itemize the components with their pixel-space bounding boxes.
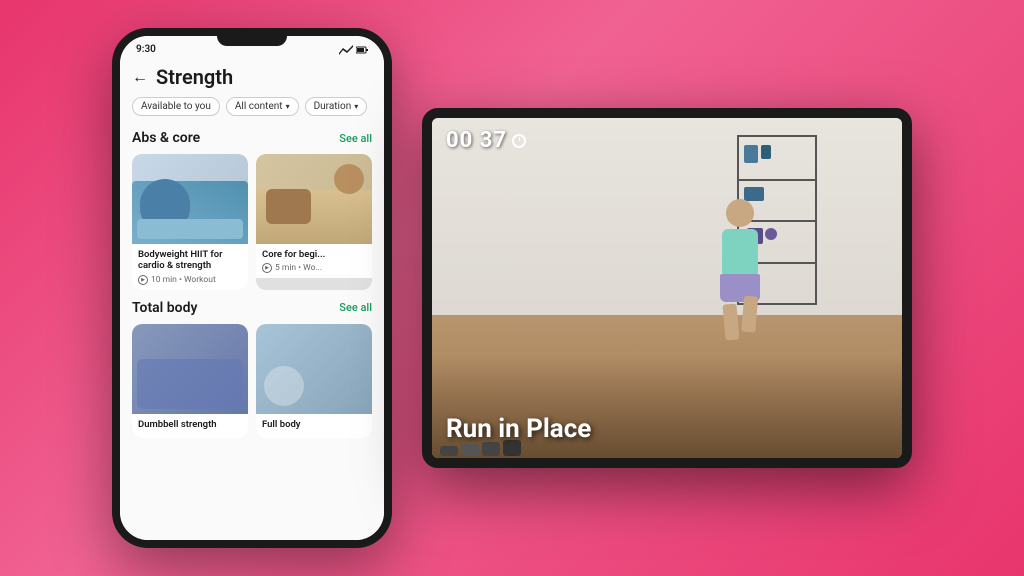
card-info-hiit: Bodyweight HIIT for cardio & strength ▶ … (132, 244, 248, 290)
filter-duration[interactable]: Duration ▾ (305, 97, 368, 116)
chevron-down-icon: ▾ (286, 102, 290, 111)
shelf-item (744, 145, 758, 163)
status-icons (339, 45, 368, 55)
phone-header: ← Strength (120, 59, 384, 97)
total-body-section-header: Total body See all (120, 290, 384, 324)
card-meta-hiit: ▶ 10 min • Workout (138, 275, 242, 285)
see-all-abs[interactable]: See all (339, 132, 372, 145)
person-head (726, 199, 754, 227)
phone-device: 9:30 ← Strength (112, 28, 392, 548)
total-body-cards-row: Dumbbell strength Full body (120, 324, 384, 438)
dumbbell (461, 444, 479, 456)
card-info-core: Core for begi... ▶ 5 min • Wo... (256, 244, 372, 278)
play-icon: ▶ (262, 263, 272, 273)
play-icon: ▶ (138, 275, 148, 285)
abs-figure-bg (132, 154, 248, 244)
workout-card-hiit[interactable]: Bodyweight HIIT for cardio & strength ▶ … (132, 154, 248, 290)
leg-left (723, 303, 740, 340)
card-title-core: Core for begi... (262, 249, 366, 260)
shelf (737, 179, 817, 181)
signal-icon (339, 45, 353, 55)
section-title-abs: Abs & core (132, 130, 200, 146)
card-title-tb2: Full body (262, 419, 366, 430)
timer-display: 00 37 (446, 128, 507, 153)
tablet-device: 00 37 Run in Place (422, 108, 912, 468)
total-body-card-2[interactable]: Full body (256, 324, 372, 438)
card-info-tb2: Full body (256, 414, 372, 438)
tablet-screen: 00 37 Run in Place (432, 118, 902, 458)
dumbbell (440, 446, 458, 456)
abs-core-section-header: Abs & core See all (120, 126, 384, 154)
card-image-hiit (132, 154, 248, 244)
see-all-totalbody[interactable]: See all (339, 301, 372, 314)
card-info-tb1: Dumbbell strength (132, 414, 248, 438)
card-image-tb2 (256, 324, 372, 414)
filter-row: Available to you All content ▾ Duration … (120, 97, 384, 126)
timer-overlay: 00 37 (446, 128, 526, 153)
filter-content[interactable]: All content ▾ (226, 97, 299, 116)
card-meta-core: ▶ 5 min • Wo... (262, 263, 366, 273)
total-body-card-1[interactable]: Dumbbell strength (132, 324, 248, 438)
card-image-core (256, 154, 372, 244)
person-torso (722, 229, 758, 274)
page-title: Strength (156, 65, 233, 89)
dumbbell (482, 442, 500, 456)
back-button[interactable]: ← (132, 67, 148, 87)
battery-icon (356, 46, 368, 54)
time-display: 9:30 (136, 44, 156, 55)
filter-available[interactable]: Available to you (132, 97, 220, 116)
abs-cards-row: Bodyweight HIIT for cardio & strength ▶ … (120, 154, 384, 290)
person-figure (710, 199, 770, 339)
card-title-hiit: Bodyweight HIIT for cardio & strength (138, 249, 242, 272)
workout-video: 00 37 Run in Place (432, 118, 902, 458)
card-title-tb1: Dumbbell strength (138, 419, 242, 430)
phone-notch (217, 36, 287, 46)
workout-card-core[interactable]: Core for begi... ▶ 5 min • Wo... (256, 154, 372, 290)
card-image-tb1 (132, 324, 248, 414)
timer-icon (512, 134, 526, 148)
chevron-down-icon: ▾ (354, 102, 358, 111)
leg-right (742, 295, 759, 332)
person-legs (710, 304, 770, 340)
scene: 9:30 ← Strength (0, 0, 1024, 576)
shelf-item (761, 145, 771, 159)
room-background (432, 118, 902, 458)
exercise-label: Run in Place (446, 414, 591, 444)
phone-screen: 9:30 ← Strength (120, 36, 384, 540)
section-title-totalbody: Total body (132, 300, 197, 316)
core-figure-bg (256, 154, 372, 244)
